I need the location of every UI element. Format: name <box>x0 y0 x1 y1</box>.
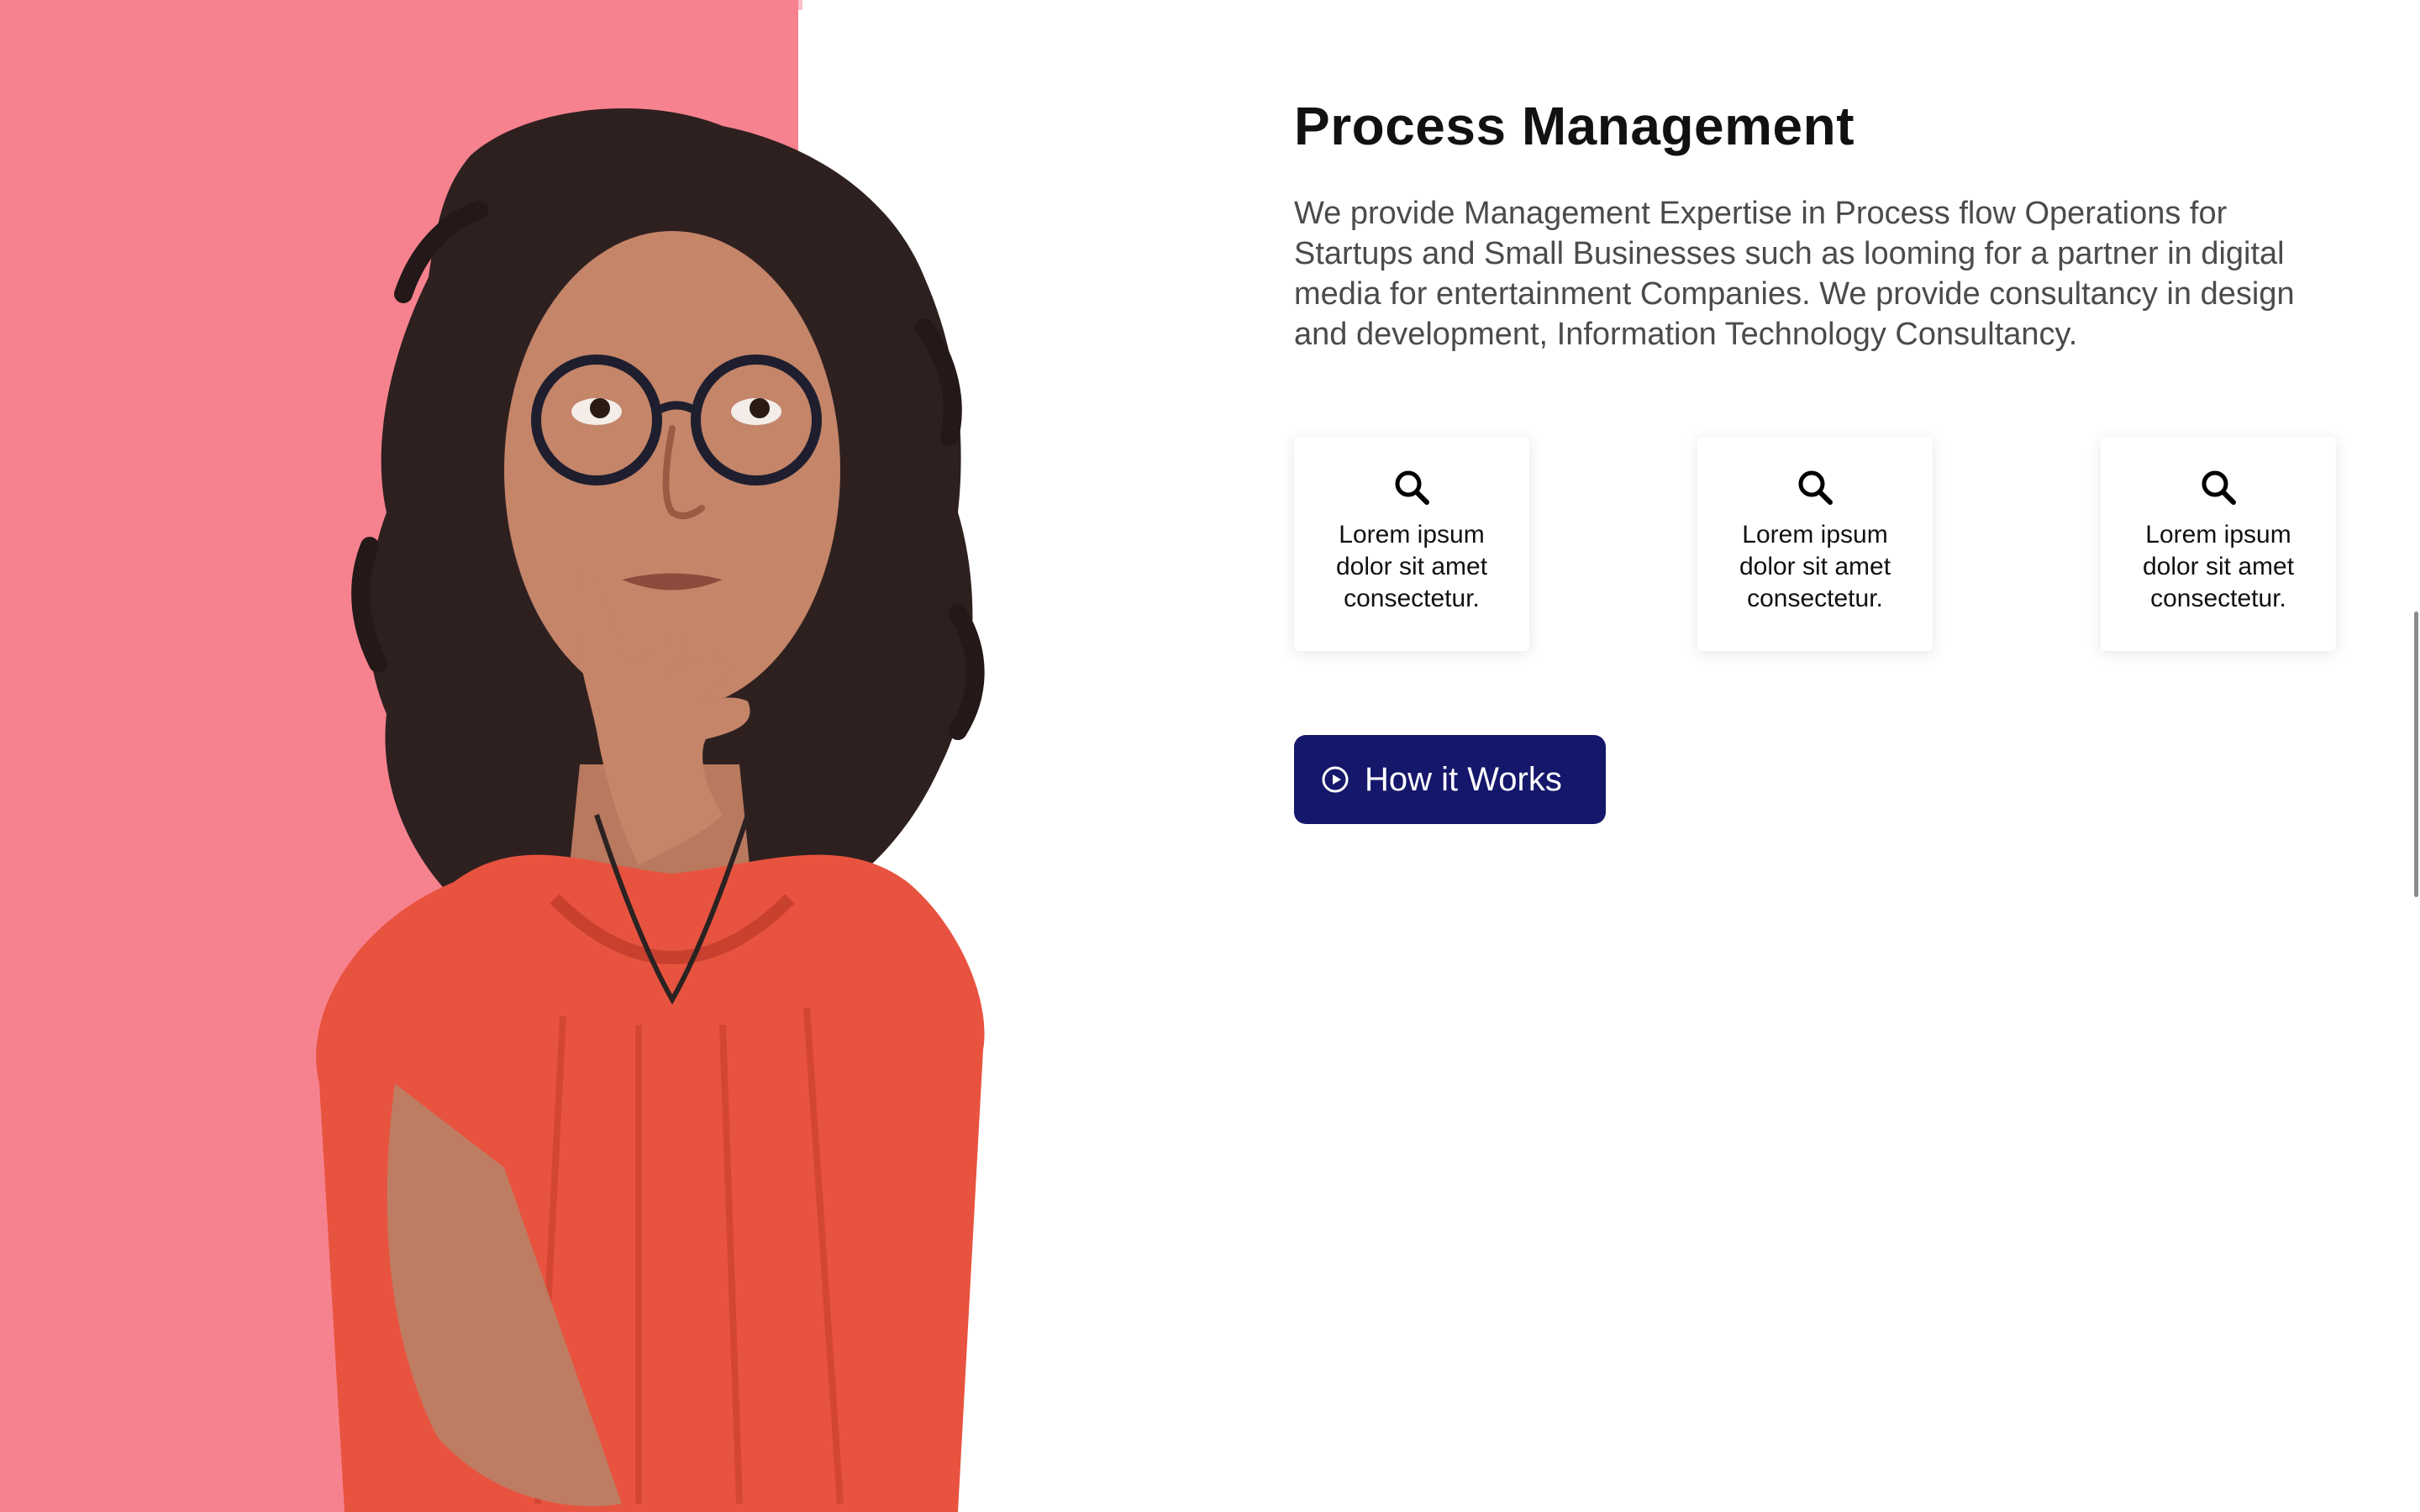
scrollbar-thumb[interactable] <box>2414 612 2418 897</box>
feature-text: Lorem ipsum dolor sit amet consectetur. <box>1335 521 1488 612</box>
how-it-works-label: How it Works <box>1365 760 1562 798</box>
feature-text: Lorem ipsum dolor sit amet consectetur. <box>1739 521 1891 612</box>
search-icon <box>1392 467 1432 507</box>
process-management-section: Process Management We provide Management… <box>1294 91 2344 824</box>
section-description: We provide Management Expertise in Proce… <box>1294 196 2295 352</box>
feature-card: Lorem ipsum dolor sit amet consectetur. <box>2101 437 2336 651</box>
feature-cards: Lorem ipsum dolor sit amet consectetur. … <box>1294 437 2344 651</box>
feature-text: Lorem ipsum dolor sit amet consectetur. <box>2142 521 2295 612</box>
how-it-works-button[interactable]: How it Works <box>1294 735 1606 824</box>
hero-person-image <box>202 76 1319 1512</box>
section-title: Process Management <box>1294 96 1855 156</box>
feature-card: Lorem ipsum dolor sit amet consectetur. <box>1294 437 1529 651</box>
search-icon <box>1795 467 1835 507</box>
play-circle-icon <box>1321 765 1349 794</box>
search-icon <box>2198 467 2238 507</box>
feature-card: Lorem ipsum dolor sit amet consectetur. <box>1697 437 1933 651</box>
vertical-scrollbar[interactable] <box>2408 0 2420 1512</box>
